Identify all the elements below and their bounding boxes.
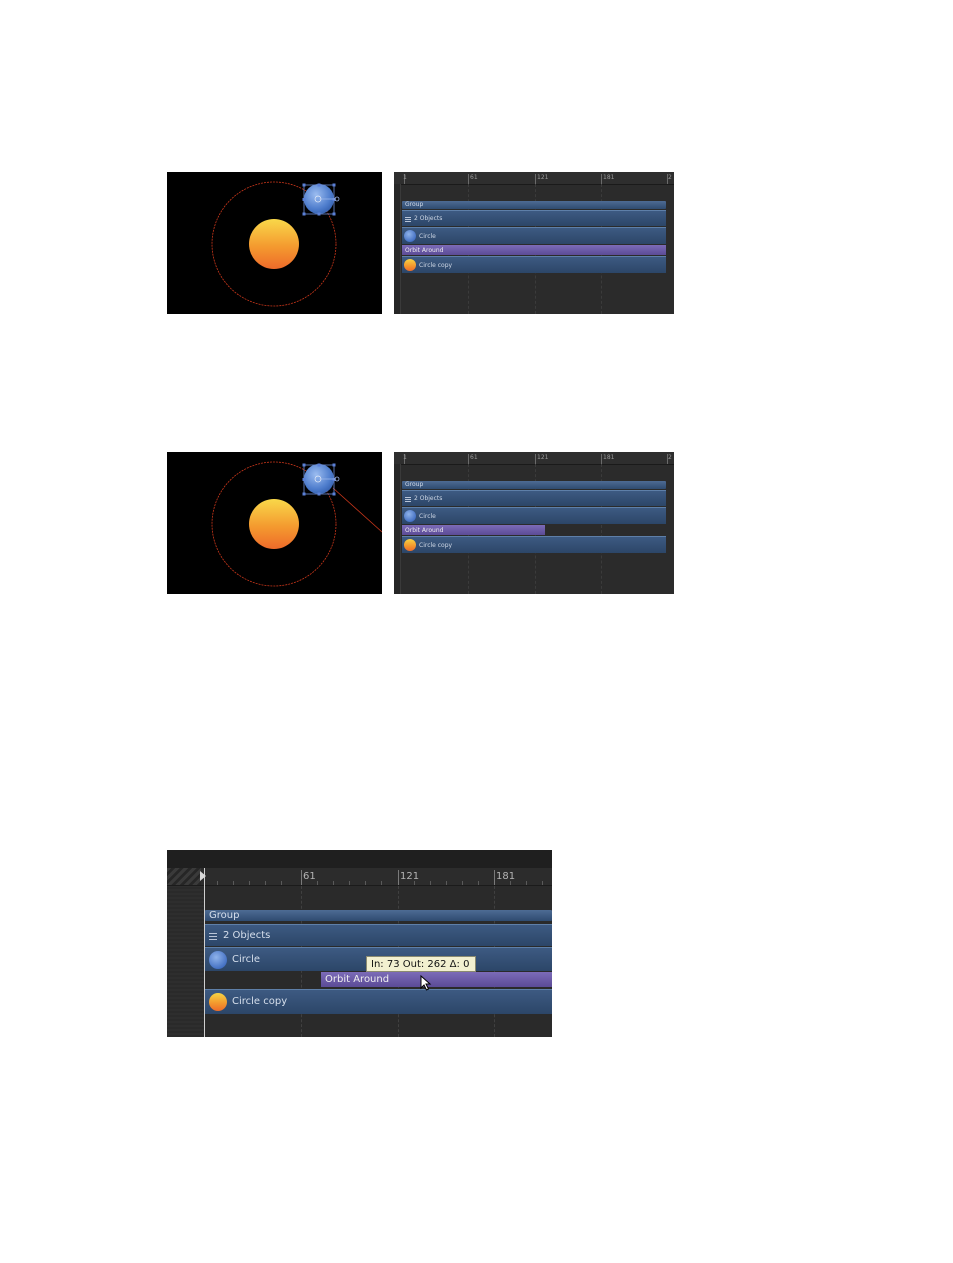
- canvas-2-artwork: [211, 461, 382, 587]
- playhead-icon[interactable]: [200, 871, 206, 881]
- sun-circle[interactable]: [249, 499, 299, 549]
- orbit-around-bar[interactable]: Orbit Around: [321, 972, 552, 987]
- group-bar[interactable]: Group: [402, 481, 666, 489]
- layers-list-icon: [405, 497, 411, 502]
- ruler-label: 2: [668, 454, 672, 461]
- canvas-view-1: [167, 172, 382, 314]
- pointer-cursor-icon: [420, 975, 432, 991]
- motion-path[interactable]: [332, 487, 382, 533]
- pre-roll-area: [167, 868, 201, 885]
- objects-label: 2 Objects: [414, 495, 443, 502]
- objects-label: 2 Objects: [414, 215, 443, 222]
- behavior-label: Orbit Around: [405, 527, 444, 534]
- ruler-label: 181: [603, 174, 615, 181]
- ruler-label: 121: [537, 454, 549, 461]
- circle-thumbnail-icon: [209, 951, 227, 969]
- circle-copy-label: Circle copy: [419, 262, 453, 269]
- canvas-1-artwork: [211, 181, 340, 307]
- sun-thumbnail-icon: [404, 259, 416, 271]
- layers-list-icon: [209, 933, 217, 940]
- sun-circle[interactable]: [249, 219, 299, 269]
- group-bar[interactable]: Group: [205, 910, 552, 921]
- timeline-gutter: [394, 184, 401, 314]
- objects-label: 2 Objects: [223, 930, 271, 941]
- circle-label: Circle: [419, 513, 436, 520]
- ruler-label: 121: [400, 871, 420, 882]
- timeline-large: 61 121 181 Group 2 Objects Circle Orbit …: [167, 850, 552, 1037]
- circle-copy-layer-bar[interactable]: Circle copy: [402, 256, 666, 273]
- in-out-tooltip: In: 73 Out: 262 Δ: 0: [366, 956, 476, 972]
- canvas-view-2: [167, 452, 382, 594]
- group-label: Group: [405, 481, 424, 488]
- circle-label: Circle: [419, 233, 436, 240]
- ruler-label: 61: [470, 454, 478, 461]
- sun-thumbnail-icon: [209, 993, 227, 1011]
- ruler-label: 121: [537, 174, 549, 181]
- timeline-ruler[interactable]: 1 61 121 181 2: [394, 172, 674, 185]
- ruler-label: 61: [470, 174, 478, 181]
- circle-copy-layer-bar[interactable]: Circle copy: [402, 536, 666, 553]
- circle-label: Circle: [232, 954, 261, 965]
- timeline-gutter: [394, 464, 401, 594]
- objects-bar[interactable]: 2 Objects: [402, 490, 666, 506]
- behavior-label: Orbit Around: [325, 974, 390, 985]
- group-bar[interactable]: Group: [402, 201, 666, 209]
- layers-list-icon: [405, 217, 411, 222]
- circle-thumbnail-icon: [404, 230, 416, 242]
- behavior-label: Orbit Around: [405, 247, 444, 254]
- timeline-ruler[interactable]: 61 121 181: [167, 868, 552, 886]
- circle-layer-bar[interactable]: Circle: [402, 227, 666, 244]
- timeline-ruler[interactable]: 1 61 121 181 2: [394, 452, 674, 465]
- circle-copy-label: Circle copy: [419, 542, 453, 549]
- objects-bar[interactable]: 2 Objects: [205, 924, 552, 946]
- ruler-label: 2: [668, 174, 672, 181]
- group-label: Group: [209, 910, 240, 921]
- circle-copy-layer-bar[interactable]: Circle copy: [205, 989, 552, 1014]
- sun-thumbnail-icon: [404, 539, 416, 551]
- ruler-label: 1: [403, 454, 407, 461]
- orbit-around-bar[interactable]: Orbit Around: [402, 525, 545, 535]
- ruler-label: 181: [496, 871, 516, 882]
- circle-copy-label: Circle copy: [232, 996, 288, 1007]
- ruler-label: 181: [603, 454, 615, 461]
- ruler-label: 1: [403, 174, 407, 181]
- objects-bar[interactable]: 2 Objects: [402, 210, 666, 226]
- orbit-around-bar[interactable]: Orbit Around: [402, 245, 666, 255]
- timeline-toolbar: [167, 850, 552, 869]
- ruler-label: 61: [303, 871, 316, 882]
- circle-thumbnail-icon: [404, 510, 416, 522]
- circle-layer-bar[interactable]: Circle: [402, 507, 666, 524]
- group-label: Group: [405, 201, 424, 208]
- timeline-small-2: 1 61 121 181 2 Group 2 Objects Circle Or…: [394, 452, 674, 594]
- timeline-small-1: 1 61 121 181 2 Group 2 Objects Circle Or…: [394, 172, 674, 314]
- timeline-gutter: [167, 886, 205, 1037]
